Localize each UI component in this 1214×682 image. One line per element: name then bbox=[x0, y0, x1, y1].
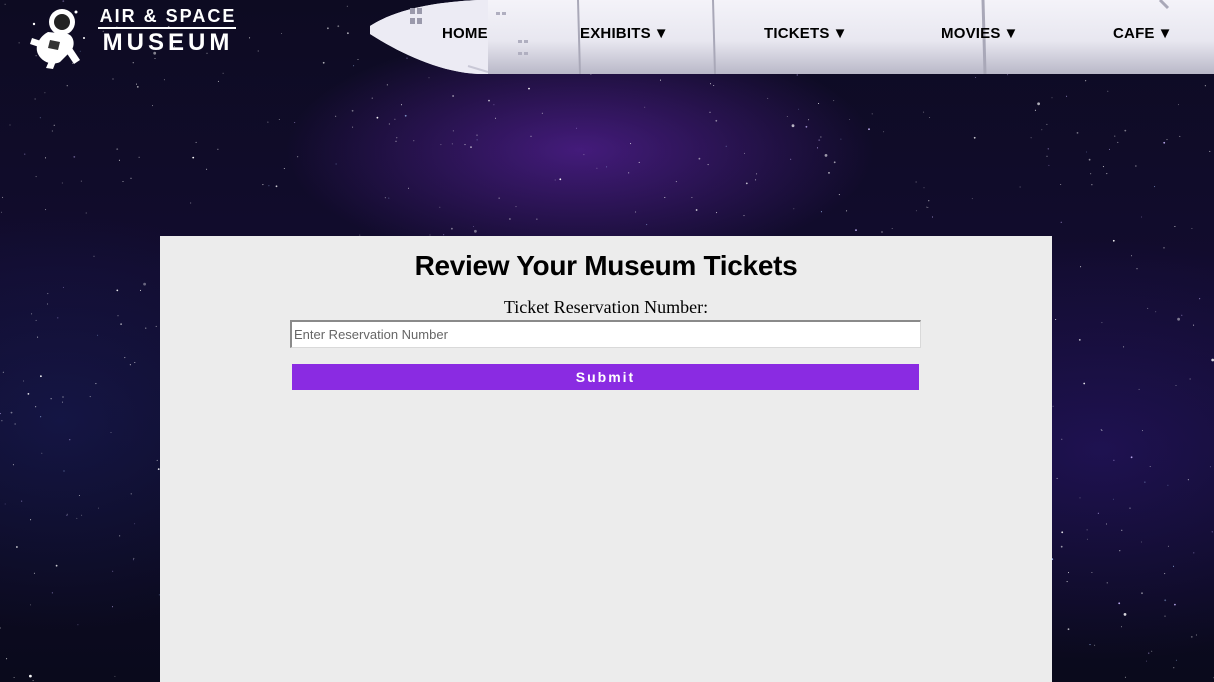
nav-home[interactable]: HOME bbox=[442, 25, 488, 45]
nav-cafe-label: CAFE bbox=[1113, 25, 1155, 42]
caret-down-icon: ▼ bbox=[832, 25, 848, 42]
nav-movies[interactable]: MOVIES ▼ bbox=[941, 25, 1019, 45]
caret-down-icon: ▼ bbox=[1003, 25, 1019, 42]
nav-cafe[interactable]: CAFE ▼ bbox=[1113, 25, 1173, 45]
reservation-number-input[interactable] bbox=[290, 320, 921, 348]
caret-down-icon: ▼ bbox=[1157, 25, 1173, 42]
nav-movies-label: MOVIES bbox=[941, 25, 1001, 42]
nav-home-label: HOME bbox=[442, 25, 488, 42]
main-nav: HOME EXHIBITS ▼ TICKETS ▼ MOVIES ▼ CAFE ▼ bbox=[0, 0, 1214, 70]
nav-tickets-label: TICKETS bbox=[764, 25, 830, 42]
nav-exhibits[interactable]: EXHIBITS ▼ bbox=[580, 25, 669, 45]
nav-exhibits-label: EXHIBITS bbox=[580, 25, 651, 42]
nav-tickets[interactable]: TICKETS ▼ bbox=[764, 25, 848, 45]
ticket-review-card: Review Your Museum Tickets Ticket Reserv… bbox=[160, 236, 1052, 682]
reservation-number-label: Ticket Reservation Number: bbox=[503, 297, 709, 317]
caret-down-icon: ▼ bbox=[653, 25, 669, 42]
submit-button[interactable]: Submit bbox=[292, 364, 919, 390]
page-title: Review Your Museum Tickets bbox=[414, 250, 798, 281]
